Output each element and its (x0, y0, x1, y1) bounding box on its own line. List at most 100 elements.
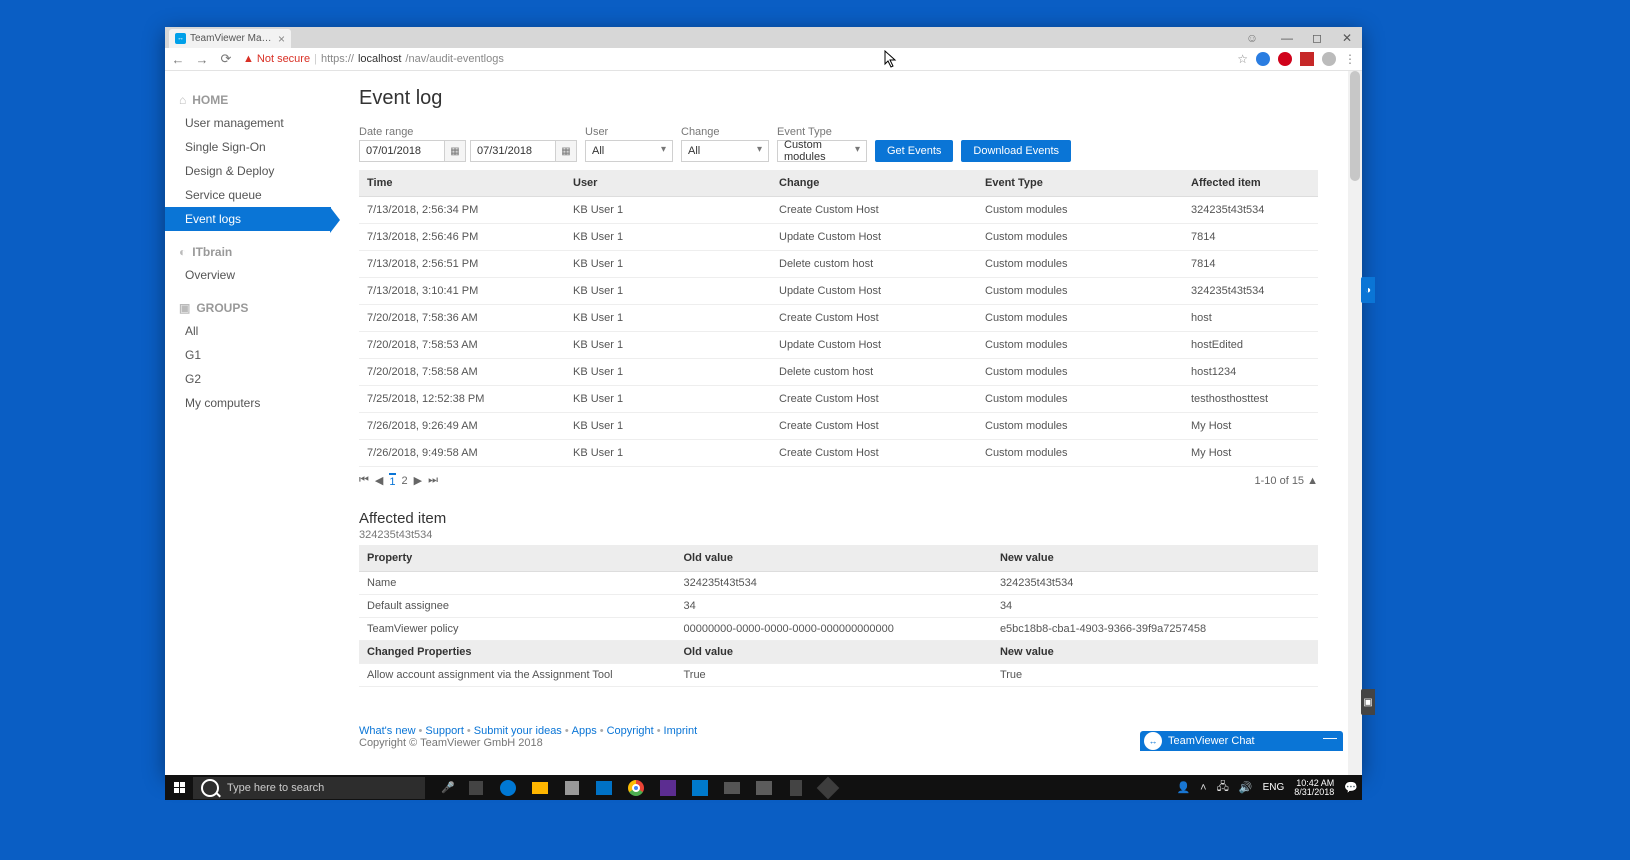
task-view-icon[interactable] (467, 779, 485, 797)
download-events-button[interactable]: Download Events (961, 140, 1071, 162)
cortana-mic-icon[interactable]: 🎤 (441, 781, 455, 794)
date-from-picker-icon[interactable]: ▦ (445, 140, 466, 162)
footer-link[interactable]: What's new (359, 725, 416, 737)
sidebar-item-service-queue[interactable]: Service queue (165, 183, 331, 207)
visual-studio-icon[interactable] (659, 779, 677, 797)
table-cell: 7/20/2018, 7:58:58 AM (359, 359, 565, 386)
taskbar-clock[interactable]: 10:42 AM 8/31/2018 (1294, 779, 1334, 797)
forward-button[interactable]: → (195, 52, 209, 67)
maximize-button[interactable]: ◻ (1302, 27, 1332, 48)
sidebar-item-g2[interactable]: G2 (165, 367, 331, 391)
extension-icon[interactable] (1300, 52, 1314, 66)
people-tray-icon[interactable]: 👤 (1176, 781, 1190, 794)
browser-menu-icon[interactable]: ⋮ (1344, 52, 1356, 66)
chat-minimize-icon[interactable]: — (1323, 729, 1337, 745)
extension-disabled-icon[interactable] (1322, 52, 1336, 66)
sidebar-item-user-management[interactable]: User management (165, 111, 331, 135)
get-events-button[interactable]: Get Events (875, 140, 953, 162)
change-select[interactable]: All (681, 140, 769, 162)
browser-tab[interactable]: ↔ TeamViewer Manageme × (169, 29, 291, 48)
vertical-scrollbar[interactable] (1348, 71, 1362, 775)
taskbar-search[interactable]: Type here to search (193, 777, 425, 799)
sidebar-section-home[interactable]: ⌂ HOME (165, 89, 331, 111)
vscode-icon[interactable] (691, 779, 709, 797)
event-type-select[interactable]: Custom modules (777, 140, 867, 162)
date-to-input[interactable]: 07/31/2018 (470, 140, 556, 162)
sidebar-section-groups[interactable]: ▣ GROUPS (165, 297, 331, 319)
footer-link[interactable]: Imprint (664, 725, 698, 737)
table-row[interactable]: 7/20/2018, 7:58:58 AMKB User 1Delete cus… (359, 359, 1318, 386)
edge-icon[interactable] (499, 779, 517, 797)
sidebar-item-all[interactable]: All (165, 319, 331, 343)
bookmark-icon[interactable]: ☆ (1237, 52, 1248, 66)
people-icon[interactable] (755, 779, 773, 797)
col-header-user[interactable]: User (565, 170, 771, 197)
pager-last[interactable]: ⏭ (428, 474, 438, 487)
date-from-input[interactable]: 07/01/2018 (359, 140, 445, 162)
footer-link[interactable]: Copyright (607, 725, 654, 737)
microsoft-store-icon[interactable] (563, 779, 581, 797)
table-row[interactable]: 7/25/2018, 12:52:38 PMKB User 1Create Cu… (359, 386, 1318, 413)
user-select[interactable]: All (585, 140, 673, 162)
table-cell: Allow account assignment via the Assignm… (359, 664, 675, 687)
side-flyout-tab[interactable]: ◑ (1361, 277, 1375, 303)
table-row[interactable]: 7/13/2018, 2:56:51 PMKB User 1Delete cus… (359, 251, 1318, 278)
footer-link[interactable]: Apps (572, 725, 597, 737)
action-center-icon[interactable]: 💬 (1344, 781, 1358, 794)
extension-adblock-icon[interactable] (1278, 52, 1292, 66)
sidebar-item-design-deploy[interactable]: Design & Deploy (165, 159, 331, 183)
circle-icon: ◐ (179, 245, 186, 259)
teamviewer-chat-widget[interactable]: ↔ TeamViewer Chat — (1140, 731, 1343, 751)
table-row[interactable]: 7/13/2018, 2:56:46 PMKB User 1Update Cus… (359, 224, 1318, 251)
date-to-picker-icon[interactable]: ▦ (556, 140, 577, 162)
col-header-change[interactable]: Change (771, 170, 977, 197)
side-flyout-tab[interactable]: ▣ (1361, 689, 1375, 715)
start-button[interactable] (165, 782, 193, 793)
table-row[interactable]: 7/13/2018, 2:56:34 PMKB User 1Create Cus… (359, 197, 1318, 224)
notepad-icon[interactable] (787, 779, 805, 797)
tray-chevron-icon[interactable]: ˄ (1200, 782, 1206, 794)
table-row[interactable]: 7/20/2018, 7:58:36 AMKB User 1Create Cus… (359, 305, 1318, 332)
sidebar-section-itbrain[interactable]: ◐ ITbrain (165, 241, 331, 263)
sidebar-item-g1[interactable]: G1 (165, 343, 331, 367)
pager-prev[interactable]: ◀ (375, 474, 383, 487)
pager-first[interactable]: ⏮ (359, 474, 369, 487)
language-indicator[interactable]: ENG (1263, 782, 1285, 793)
table-row[interactable]: 7/26/2018, 9:26:49 AMKB User 1Create Cus… (359, 413, 1318, 440)
back-button[interactable]: ← (171, 52, 185, 67)
table-row[interactable]: 7/26/2018, 9:49:58 AMKB User 1Create Cus… (359, 440, 1318, 467)
mail-icon[interactable] (723, 779, 741, 797)
minimize-button[interactable]: — (1272, 27, 1302, 48)
col-header-time[interactable]: Time (359, 170, 565, 197)
col-header-event-type[interactable]: Event Type (977, 170, 1183, 197)
pager-page-1[interactable]: 1 (389, 473, 395, 488)
extension-icon[interactable] (1256, 52, 1270, 66)
footer-link[interactable]: Support (425, 725, 464, 737)
close-window-button[interactable]: ✕ (1332, 27, 1362, 48)
pager-next[interactable]: ▶ (414, 474, 422, 487)
volume-icon[interactable]: 🔊 (1239, 781, 1253, 794)
profile-icon[interactable]: ☺ (1237, 27, 1267, 48)
chrome-icon[interactable] (627, 779, 645, 797)
table-row[interactable]: 7/20/2018, 7:58:53 AMKB User 1Update Cus… (359, 332, 1318, 359)
reload-button[interactable]: ⟳ (219, 51, 233, 67)
sidebar-item-my-computers[interactable]: My computers (165, 391, 331, 415)
outlook-icon[interactable] (595, 779, 613, 797)
scrollbar-thumb[interactable] (1350, 71, 1360, 181)
pager-summary[interactable]: 1-10 of 15 ▲ (1255, 475, 1318, 487)
git-extensions-icon[interactable] (819, 779, 837, 797)
file-explorer-icon[interactable] (531, 779, 549, 797)
table-row[interactable]: 7/13/2018, 3:10:41 PMKB User 1Update Cus… (359, 278, 1318, 305)
col-header-affected-item[interactable]: Affected item (1183, 170, 1318, 197)
close-tab-icon[interactable]: × (278, 32, 285, 46)
network-icon[interactable]: 🖧 (1217, 778, 1229, 797)
footer-link[interactable]: Submit your ideas (474, 725, 562, 737)
pager-page-2[interactable]: 2 (402, 475, 408, 487)
table-row: Name324235t43t534324235t43t534 (359, 572, 1318, 595)
filter-change: Change All (681, 126, 769, 162)
sidebar-item-event-logs[interactable]: Event logs (165, 207, 331, 231)
address-bar[interactable]: ▲ Not secure | https://localhost/nav/aud… (243, 53, 1227, 65)
security-indicator[interactable]: ▲ Not secure (243, 53, 310, 65)
sidebar-item-overview[interactable]: Overview (165, 263, 331, 287)
sidebar-item-sso[interactable]: Single Sign-On (165, 135, 331, 159)
